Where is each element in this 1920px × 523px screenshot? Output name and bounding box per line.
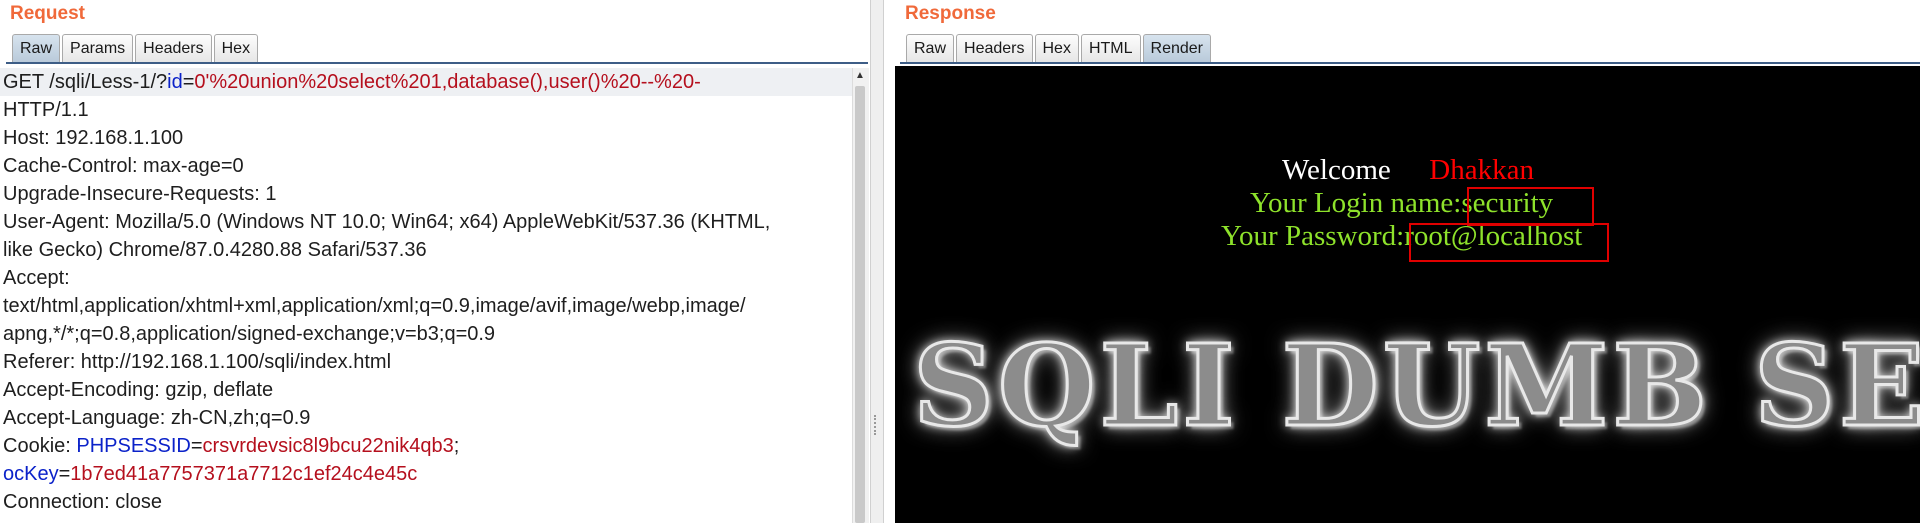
param-key: id <box>167 71 183 93</box>
request-line: Cache-Control: max-age=0 <box>0 152 852 180</box>
request-line: GET /sqli/Less-1/?id=0'%20union%20select… <box>0 68 852 96</box>
tab-hex[interactable]: Hex <box>1034 34 1079 62</box>
request-line: User-Agent: Mozilla/5.0 (Windows NT 10.0… <box>0 208 852 236</box>
tab-params[interactable]: Params <box>62 34 134 62</box>
request-text: apng,*/*;q=0.8,application/signed-exchan… <box>3 323 496 345</box>
request-text: HTTP/1.1 <box>3 99 89 121</box>
request-text: Referer: http://192.168.1.100/sqli/index… <box>3 351 392 373</box>
request-line: like Gecko) Chrome/87.0.4280.88 Safari/5… <box>0 236 852 264</box>
response-tab-underline <box>900 62 1920 64</box>
request-line: Cookie: PHPSESSID=crsvrdevsic8l9bcu22nik… <box>0 432 852 460</box>
request-text: Accept-Language: zh-CN,zh;q=0.9 <box>3 407 311 429</box>
request-line: Accept-Encoding: gzip, deflate <box>0 376 852 404</box>
login-value-highlight-box <box>1467 187 1594 226</box>
request-line: Upgrade-Insecure-Requests: 1 <box>0 180 852 208</box>
welcome-line: Welcome Dhakkan <box>1282 154 1534 187</box>
request-text: GET /sqli/Less-1/? <box>3 71 168 93</box>
request-title: Request <box>10 3 85 24</box>
param-value: 1b7ed41a7757371a7712c1ef24c4e45c <box>70 463 418 485</box>
tab-html[interactable]: HTML <box>1080 34 1141 62</box>
response-render-view: Welcome Dhakkan Your Login name:security… <box>895 66 1920 523</box>
request-text: text/html,application/xhtml+xml,applicat… <box>3 295 746 317</box>
tab-raw[interactable]: Raw <box>906 34 955 62</box>
tab-hex[interactable]: Hex <box>213 34 259 62</box>
request-text: Connection: close <box>3 491 162 513</box>
request-text: like Gecko) Chrome/87.0.4280.88 Safari/5… <box>3 239 427 261</box>
request-text: = <box>182 71 195 93</box>
scroll-up-arrow-icon[interactable]: ▲ <box>852 69 868 83</box>
param-key: ocKey <box>3 463 59 485</box>
tab-raw[interactable]: Raw <box>12 34 61 62</box>
request-text: Accept: <box>3 267 70 289</box>
request-text: Host: 192.168.1.100 <box>3 127 184 149</box>
response-title: Response <box>905 3 996 24</box>
request-text: Accept-Encoding: gzip, deflate <box>3 379 274 401</box>
request-line: apng,*/*;q=0.8,application/signed-exchan… <box>0 320 852 348</box>
request-line: HTTP/1.1 <box>0 96 852 124</box>
request-tabs: Raw Params Headers Hex <box>12 34 260 62</box>
request-line: Accept: <box>0 264 852 292</box>
request-tab-underline <box>6 62 868 64</box>
request-text: ; <box>453 435 460 457</box>
tab-render[interactable]: Render <box>1142 34 1211 62</box>
request-editor[interactable]: GET /sqli/Less-1/?id=0'%20union%20select… <box>0 68 852 523</box>
request-line: Accept-Language: zh-CN,zh;q=0.9 <box>0 404 852 432</box>
request-line: Referer: http://192.168.1.100/sqli/index… <box>0 348 852 376</box>
welcome-text: Welcome <box>1282 154 1391 186</box>
request-text: Upgrade-Insecure-Requests: 1 <box>3 183 277 205</box>
param-value: crsvrdevsic8l9bcu22nik4qb3 <box>202 435 454 457</box>
request-line: Connection: close <box>0 488 852 516</box>
param-key: PHPSESSID <box>76 435 191 457</box>
request-text: = <box>58 463 71 485</box>
request-line: Host: 192.168.1.100 <box>0 124 852 152</box>
request-text: User-Agent: Mozilla/5.0 (Windows NT 10.0… <box>3 211 771 233</box>
tab-headers[interactable]: Headers <box>956 34 1033 62</box>
request-text: Cookie: <box>3 435 77 457</box>
tab-headers[interactable]: Headers <box>135 34 212 62</box>
username-text: Dhakkan <box>1429 154 1534 186</box>
request-line: text/html,application/xhtml+xml,applicat… <box>0 292 852 320</box>
response-tabs: Raw Headers Hex HTML Render <box>906 34 1213 62</box>
request-scroll-thumb[interactable] <box>855 86 865 523</box>
request-text: = <box>190 435 203 457</box>
login-name-label: Your Login name: <box>1250 187 1462 219</box>
param-value: 0'%20union%20select%201,database(),user(… <box>194 71 701 93</box>
sqli-banner-logo: SQLI DUMB SERIES <box>912 320 1920 454</box>
password-value-highlight-box <box>1409 223 1609 262</box>
password-label: Your Password: <box>1221 220 1405 252</box>
splitter-grip-icon[interactable] <box>874 415 882 435</box>
pane-splitter[interactable] <box>870 0 884 523</box>
request-text: Cache-Control: max-age=0 <box>3 155 244 177</box>
request-line: ocKey=1b7ed41a7757371a7712c1ef24c4e45c <box>0 460 852 488</box>
